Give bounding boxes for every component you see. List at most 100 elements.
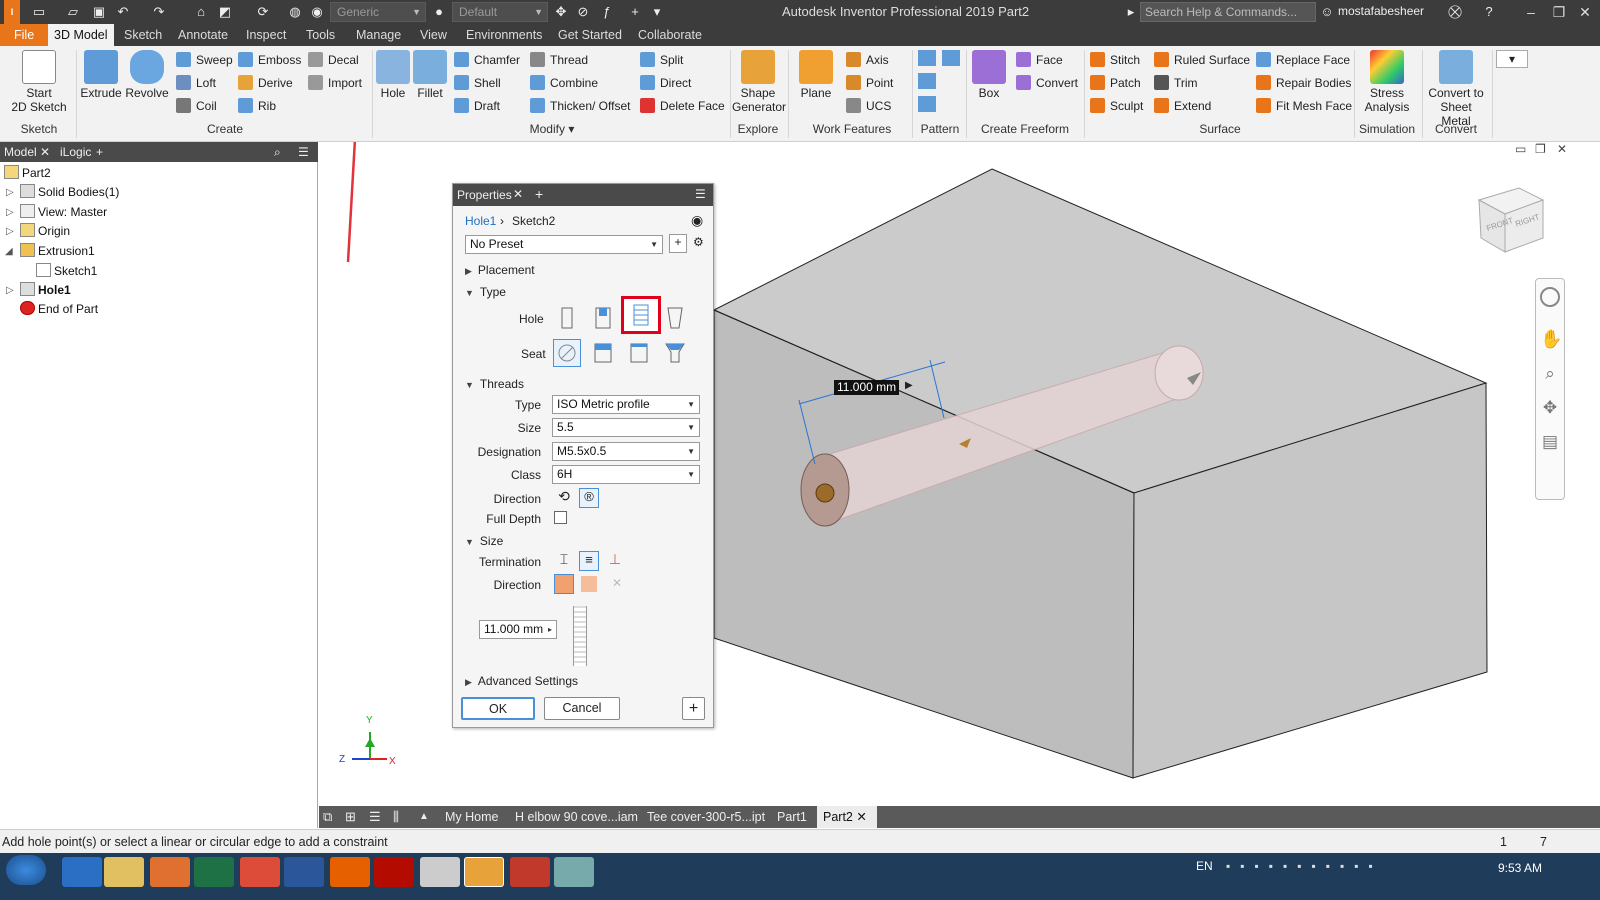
function-icon[interactable]: ƒ bbox=[598, 3, 616, 21]
placement-section[interactable]: ▶ Placement bbox=[465, 263, 535, 277]
redo-icon[interactable]: ↷ bbox=[150, 3, 168, 21]
autocad-icon[interactable] bbox=[510, 857, 550, 887]
tree-item-origin[interactable]: Origin bbox=[20, 222, 70, 241]
close-tab-icon[interactable]: ✕ bbox=[40, 145, 50, 159]
word-icon[interactable] bbox=[284, 857, 324, 887]
panel-menu-icon[interactable]: ☰ bbox=[695, 187, 706, 201]
fillet-button[interactable]: Fillet bbox=[412, 50, 448, 100]
chrome-icon[interactable] bbox=[240, 857, 280, 887]
tab-annotate[interactable]: Annotate bbox=[172, 24, 234, 46]
dimension-options-icon[interactable]: ▶ bbox=[905, 380, 913, 391]
axis-button[interactable]: Axis bbox=[846, 50, 889, 70]
home-icon[interactable]: ⌂ bbox=[192, 3, 210, 21]
circular-pattern-icon[interactable] bbox=[918, 73, 936, 89]
rectangular-pattern-icon[interactable] bbox=[918, 50, 936, 66]
thread-button[interactable]: Thread bbox=[530, 50, 588, 70]
orbit-icon[interactable]: ✥ bbox=[1540, 398, 1560, 418]
file-explorer-icon[interactable] bbox=[104, 857, 144, 887]
tab-tools[interactable]: Tools bbox=[300, 24, 341, 46]
dimension-input[interactable]: 11.000 mm bbox=[834, 380, 900, 395]
shell-button[interactable]: Shell bbox=[454, 73, 501, 93]
split-button[interactable]: Split bbox=[640, 50, 683, 70]
preset-select[interactable]: No Preset ▼ bbox=[465, 235, 663, 254]
ok-button[interactable]: OK bbox=[461, 697, 535, 720]
tab-properties[interactable]: Properties bbox=[457, 188, 512, 202]
add-tab-icon[interactable]: + bbox=[96, 145, 103, 159]
draft-button[interactable]: Draft bbox=[454, 96, 500, 116]
add-icon[interactable]: + bbox=[626, 3, 644, 21]
extend-button[interactable]: Extend bbox=[1154, 96, 1211, 116]
tree-item-part2[interactable]: Part2 bbox=[4, 164, 51, 183]
tab-get-started[interactable]: Get Started bbox=[552, 24, 628, 46]
expand-icon[interactable]: ▷ bbox=[6, 285, 14, 296]
start-button[interactable] bbox=[6, 855, 46, 885]
tab-collaborate[interactable]: Collaborate bbox=[632, 24, 708, 46]
clear-override-icon[interactable]: ⊘ bbox=[574, 3, 592, 21]
user-name[interactable]: mostafabesheer bbox=[1338, 4, 1424, 18]
group-label-modify[interactable]: Modify ▾ bbox=[376, 122, 728, 136]
tree-item-end-of-part[interactable]: End of Part bbox=[20, 300, 98, 319]
expand-icon[interactable]: ▷ bbox=[6, 226, 14, 237]
symmetric-direction-icon[interactable]: ✕ bbox=[609, 576, 625, 592]
firefox-icon[interactable] bbox=[330, 857, 370, 887]
default-direction-icon[interactable] bbox=[554, 574, 574, 594]
help-icon[interactable]: ? bbox=[1480, 3, 1498, 21]
expand-tabs-icon[interactable]: ▲ bbox=[419, 806, 429, 828]
arrange-vertical-icon[interactable]: ⫼ bbox=[393, 806, 399, 828]
visibility-icon[interactable]: ◉ bbox=[691, 212, 703, 229]
thread-type-select[interactable]: ISO Metric profile ▼ bbox=[552, 395, 700, 414]
right-hand-thread-icon[interactable]: ® bbox=[579, 488, 599, 508]
emboss-button[interactable]: Emboss bbox=[238, 50, 301, 70]
loft-button[interactable]: Loft bbox=[176, 73, 216, 93]
ruled-surface-button[interactable]: Ruled Surface bbox=[1154, 50, 1250, 70]
convert-button[interactable]: Convert bbox=[1016, 73, 1078, 93]
simple-hole-icon[interactable] bbox=[553, 304, 581, 332]
shape-generator-button[interactable]: Shape Generator bbox=[732, 50, 786, 114]
point-button[interactable]: Point bbox=[846, 73, 893, 93]
measure-icon[interactable]: ◍ bbox=[286, 3, 304, 21]
undo-icon[interactable]: ↶ bbox=[114, 3, 132, 21]
tab-inspect[interactable]: Inspect bbox=[240, 24, 292, 46]
class-select[interactable]: 6H ▼ bbox=[552, 465, 700, 484]
tile-icon[interactable]: ⧉ bbox=[323, 806, 332, 828]
tab-model[interactable]: Model bbox=[4, 145, 37, 159]
derive-button[interactable]: Derive bbox=[238, 73, 293, 93]
patch-button[interactable]: Patch bbox=[1090, 73, 1141, 93]
full-depth-checkbox[interactable] bbox=[554, 511, 567, 524]
through-all-icon[interactable]: ≡ bbox=[579, 551, 599, 571]
sculpt-button[interactable]: Sculpt bbox=[1090, 96, 1143, 116]
import-button[interactable]: Import bbox=[308, 73, 362, 93]
appearance-combo[interactable]: Generic ▼ bbox=[330, 2, 426, 22]
steering-wheel-icon[interactable] bbox=[1540, 287, 1560, 307]
convert-to-sheet-metal-button[interactable]: Convert to Sheet Metal bbox=[1424, 50, 1488, 128]
acrobat-icon[interactable] bbox=[374, 857, 414, 887]
stitch-button[interactable]: Stitch bbox=[1090, 50, 1140, 70]
doc-tab-tee-cover[interactable]: Tee cover-300-r5...ipt bbox=[647, 806, 765, 828]
tab-sketch[interactable]: Sketch bbox=[118, 24, 168, 46]
settings-gear-icon[interactable]: ⚙ bbox=[693, 235, 704, 249]
customize-icon[interactable]: ▾ bbox=[648, 3, 666, 21]
tree-item-hole1[interactable]: Hole1 bbox=[20, 281, 71, 300]
tree-item-solid-bodies[interactable]: Solid Bodies(1) bbox=[20, 183, 119, 202]
tapped-hole-icon[interactable] bbox=[621, 296, 661, 334]
decal-button[interactable]: Decal bbox=[308, 50, 359, 70]
tab-3d-model[interactable]: 3D Model bbox=[48, 24, 114, 46]
face-button[interactable]: Face bbox=[1016, 50, 1063, 70]
doc-tab-part1[interactable]: Part1 bbox=[777, 806, 807, 828]
zoom-icon[interactable]: ⌕ bbox=[1540, 364, 1560, 384]
apply-plus-button[interactable]: + bbox=[682, 697, 705, 720]
sketch-pattern-icon[interactable] bbox=[918, 96, 936, 112]
pan-icon[interactable]: ✋ bbox=[1540, 329, 1562, 350]
add-tab-icon[interactable]: + bbox=[535, 186, 543, 202]
menu-icon[interactable]: ☰ bbox=[298, 145, 309, 159]
add-preset-icon[interactable]: + bbox=[669, 234, 687, 253]
rib-button[interactable]: Rib bbox=[238, 96, 276, 116]
inventor-taskbar-icon[interactable] bbox=[464, 857, 504, 887]
help-search-input[interactable]: Search Help & Commands... bbox=[1140, 2, 1316, 22]
start-2d-sketch-button[interactable]: Start 2D Sketch bbox=[8, 50, 70, 114]
expand-icon[interactable]: ▷ bbox=[6, 207, 14, 218]
repair-bodies-button[interactable]: Repair Bodies bbox=[1256, 73, 1351, 93]
save-icon[interactable]: ▣ bbox=[90, 3, 108, 21]
tree-item-extrusion1[interactable]: Extrusion1 bbox=[20, 242, 95, 261]
restore-button[interactable]: ❐ bbox=[1548, 2, 1570, 22]
